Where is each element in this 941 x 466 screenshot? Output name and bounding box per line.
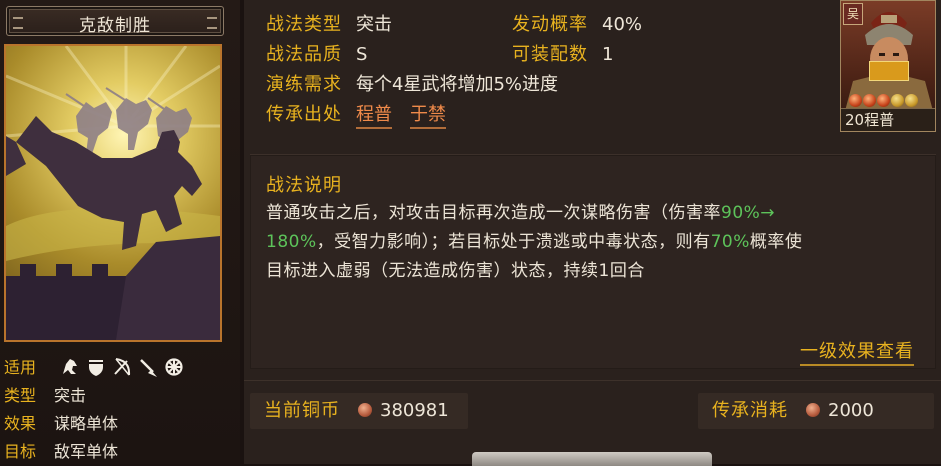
skill-title-bar: 克敌制胜 [6, 6, 224, 36]
inherit-cost-label: 传承消耗 [712, 400, 788, 421]
skill-info-block: 战法类型 突击 发动概率 40% 战法品质 S 可装配数 1 演练需求 每个4星武将增加5… [244, 0, 834, 142]
skill-artwork [4, 44, 222, 342]
target-row: 目标 敌军单体 [4, 438, 236, 466]
damage-rate-highlight: 90%→ [721, 203, 776, 223]
star-icon [891, 94, 904, 107]
shield-icon [86, 356, 106, 378]
skill-properties: 适用 类型 突击 效果 谋略单体 目标 敌军单体 [4, 354, 236, 466]
target-value: 敌军单体 [54, 442, 119, 461]
effect-value: 谋略单体 [54, 414, 119, 433]
kingdom-badge: 吴 [843, 3, 863, 25]
info-training-label: 演练需求 [266, 74, 342, 95]
inherit-source-link[interactable]: 于禁 [410, 104, 446, 129]
info-training-row: 演练需求 每个4星武将增加5%进度 [266, 70, 558, 100]
inherit-cost-value: 2000 [828, 400, 874, 421]
copper-coin-icon [358, 403, 372, 417]
target-label: 目标 [4, 442, 37, 461]
info-inherit-row: 传承出处 程普 于禁 [266, 100, 446, 130]
description-text: 普通攻击之后，对攻击目标再次造成一次谋略伤害（伤害率90%→ 180%，受智力影… [266, 199, 926, 286]
info-quality-value: S [356, 44, 368, 65]
description-segment: ，受智力影响）；若目标处于溃逃或中毒状态，则有 [316, 232, 711, 252]
info-trigger-label: 发动概率 [512, 14, 588, 35]
description-segment: 普通攻击之后，对攻击目标再次造成一次谋略伤害（伤害率 [266, 203, 721, 223]
info-equip-row: 可装配数 1 [512, 40, 613, 70]
applicable-row: 适用 [4, 354, 236, 382]
info-quality-label: 战法品质 [266, 44, 342, 65]
copper-coin-icon [806, 403, 820, 417]
info-training-value: 每个4星武将增加5%进度 [356, 74, 559, 95]
info-equip-label: 可装配数 [512, 44, 588, 65]
inherit-source-link[interactable]: 程普 [356, 104, 392, 129]
spear-icon [138, 356, 158, 378]
description-title: 战法说明 [266, 175, 342, 196]
level-effect-link[interactable]: 一级效果查看 [800, 337, 914, 366]
current-coins-value: 380981 [380, 400, 449, 421]
info-trigger-row: 发动概率 40% [512, 10, 642, 40]
inherit-cost-box: 传承消耗 2000 [698, 393, 934, 429]
chance-highlight: 70% [710, 232, 750, 252]
type-label: 类型 [4, 386, 37, 405]
type-value: 突击 [54, 386, 87, 405]
effect-row: 效果 谋略单体 [4, 410, 236, 438]
star-rating [849, 94, 918, 107]
current-coins-label: 当前铜币 [264, 400, 340, 421]
applicable-label: 适用 [4, 358, 37, 377]
info-inherit-label: 传承出处 [266, 104, 342, 125]
star-icon [863, 94, 876, 107]
description-segment: 概率使 [749, 232, 803, 252]
skill-description-box: 战法说明 普通攻击之后，对攻击目标再次造成一次谋略伤害（伤害率90%→ 180%… [250, 154, 936, 369]
damage-rate-highlight: 180% [266, 232, 317, 252]
rank-emblem-icon [869, 61, 909, 81]
cavalry-icon [60, 356, 80, 378]
skill-card-panel: 克敌制胜 适用 类型 突击 效果 谋略单体 目标 敌军单体 [0, 0, 240, 464]
description-segment: 目标进入虚弱（无法造成伤害）状态，持续1回合 [266, 261, 645, 281]
troop-type-icons [60, 356, 184, 378]
effect-label: 效果 [4, 414, 37, 433]
info-type-value: 突击 [356, 14, 392, 35]
info-type-row: 战法类型 突击 [266, 10, 392, 40]
info-type-label: 战法类型 [266, 14, 342, 35]
info-trigger-value: 40% [602, 14, 643, 35]
bow-icon [112, 356, 132, 378]
skill-title: 克敌制胜 [79, 16, 151, 36]
title-ornament-right [207, 17, 217, 29]
skill-detail-panel: 战法类型 突击 发动概率 40% 战法品质 S 可装配数 1 演练需求 每个4星武将增加5… [244, 0, 941, 466]
siege-wheel-icon [164, 356, 184, 378]
star-icon [849, 94, 862, 107]
general-portrait-card[interactable]: 吴 20程普 [840, 0, 936, 132]
info-equip-value: 1 [602, 44, 614, 65]
current-coins-box: 当前铜币 380981 [250, 393, 468, 429]
divider [244, 380, 941, 381]
star-icon [877, 94, 890, 107]
star-icon [905, 94, 918, 107]
type-row: 类型 突击 [4, 382, 236, 410]
info-quality-row: 战法品质 S [266, 40, 367, 70]
general-nameplate: 20程普 [841, 108, 935, 131]
